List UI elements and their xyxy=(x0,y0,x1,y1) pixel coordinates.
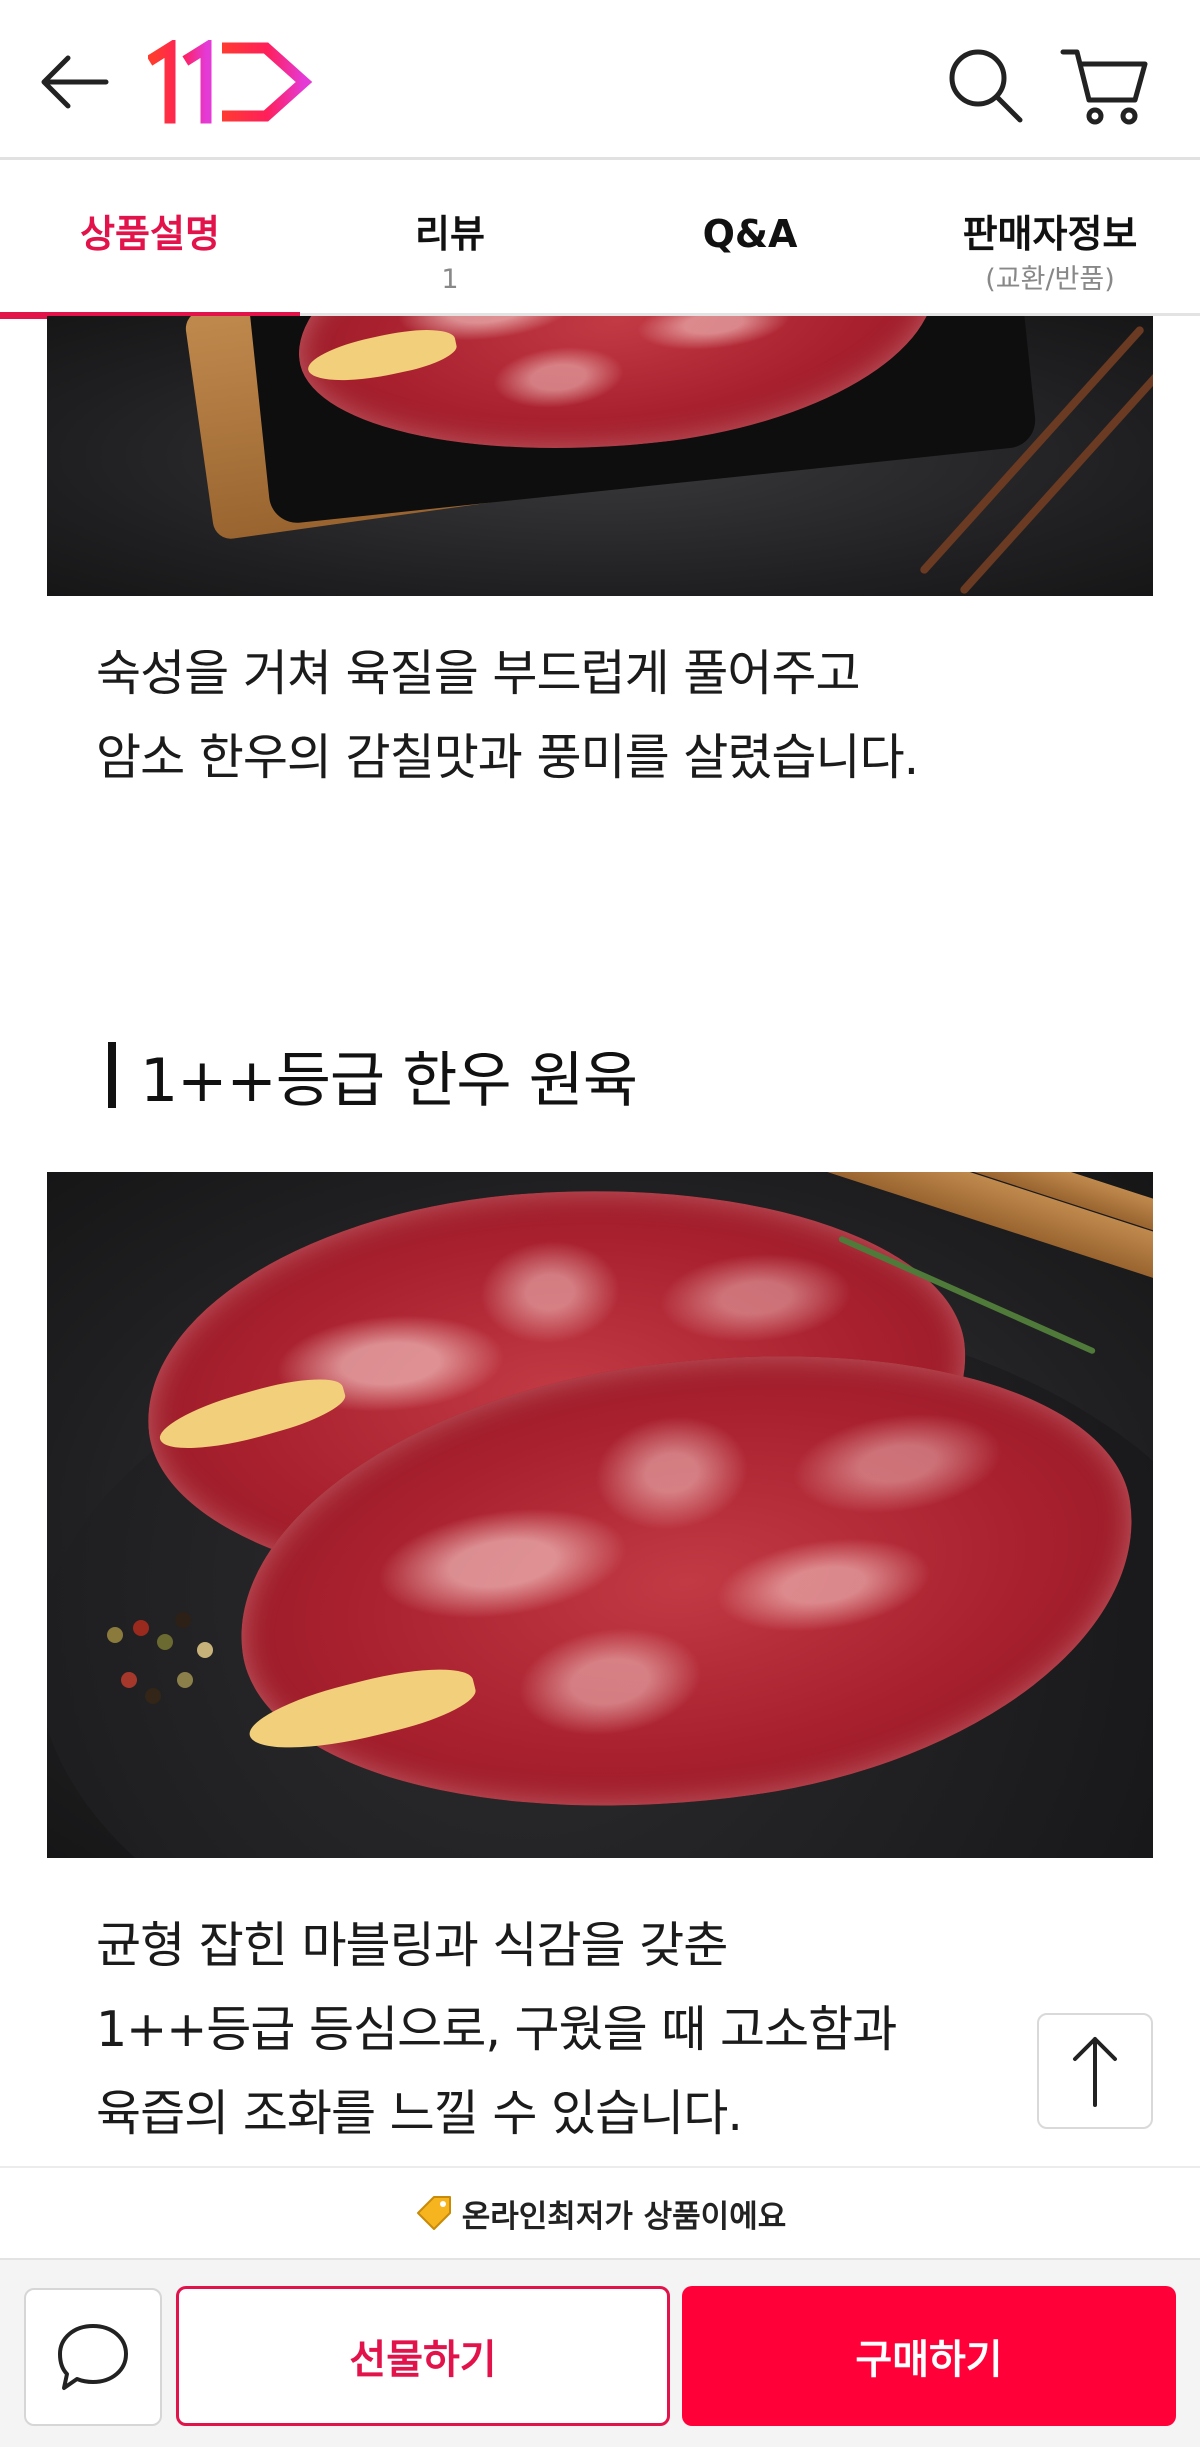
text-line: 숙성을 거쳐 육질을 부드럽게 풀어주고 xyxy=(96,645,861,702)
search-icon xyxy=(949,49,1023,123)
buy-button[interactable]: 구매하기 xyxy=(682,2286,1176,2426)
peppercorn xyxy=(157,1634,173,1650)
tab-seller-info[interactable]: 판매자정보 (교환/반품) xyxy=(900,160,1200,316)
tab-sublabel: (교환/반품) xyxy=(985,264,1115,295)
text-line: 1++등급 등심으로, 구웠을 때 고소함과 xyxy=(96,2001,897,2058)
description-paragraph-aging: 숙성을 거쳐 육질을 부드럽게 풀어주고 암소 한우의 감칠맛과 풍미를 살렸습… xyxy=(96,632,919,800)
product-tabs: 상품설명 리뷰 1 Q&A 판매자정보 (교환/반품) xyxy=(0,160,1200,319)
lowest-price-notice: 온라인최저가 상품이에요 xyxy=(0,2166,1200,2258)
tab-label: 판매자정보 xyxy=(962,212,1138,256)
chat-button[interactable] xyxy=(24,2288,162,2426)
peppercorn xyxy=(175,1612,191,1628)
shopping-cart-icon xyxy=(1060,49,1148,125)
notice-text: 온라인최저가 상품이에요 xyxy=(461,2198,787,2235)
gift-button[interactable]: 선물하기 xyxy=(176,2286,670,2426)
scroll-to-top-button[interactable] xyxy=(1037,2013,1153,2129)
price-tag-icon xyxy=(416,2196,451,2230)
back-button[interactable] xyxy=(36,44,116,124)
peppercorn xyxy=(197,1642,213,1658)
cart-button[interactable] xyxy=(1055,36,1155,136)
brand-logo[interactable] xyxy=(146,38,318,130)
arrow-left-icon xyxy=(41,55,109,109)
chat-bubble-icon xyxy=(58,2324,128,2390)
description-paragraph-marbling: 균형 잡힌 마블링과 식감을 갖춘 1++등급 등심으로, 구웠을 때 고소함과… xyxy=(96,1904,897,2156)
peppercorn xyxy=(121,1672,137,1688)
search-button[interactable] xyxy=(940,40,1030,130)
tab-description[interactable]: 상품설명 xyxy=(0,160,300,319)
text-line: 암소 한우의 감칠맛과 풍미를 살렸습니다. xyxy=(96,729,919,786)
heading-bar xyxy=(108,1042,116,1108)
tab-label: Q&A xyxy=(702,212,798,256)
tab-qna[interactable]: Q&A xyxy=(600,160,900,316)
app-header xyxy=(0,0,1200,160)
peppercorn xyxy=(107,1627,123,1643)
product-image-beef-tray xyxy=(47,316,1153,596)
peppercorn xyxy=(145,1688,161,1704)
section-title-text: 1++등급 한우 원육 xyxy=(140,1045,638,1116)
tab-label: 상품설명 xyxy=(80,212,220,256)
bottom-action-bar: 선물하기 구매하기 xyxy=(0,2258,1200,2447)
section-heading: 1++등급 한우 원육 xyxy=(108,1030,638,1120)
text-line: 육즙의 조화를 느낄 수 있습니다. xyxy=(96,2085,743,2142)
text-line: 균형 잡힌 마블링과 식감을 갖춘 xyxy=(96,1917,728,1974)
product-image-beef-plate xyxy=(47,1172,1153,1858)
peppercorn xyxy=(133,1620,149,1636)
tab-reviews[interactable]: 리뷰 1 xyxy=(300,160,600,316)
tab-label: 리뷰 xyxy=(415,212,485,256)
arrow-up-icon xyxy=(1073,2037,1117,2107)
review-count: 1 xyxy=(441,264,459,295)
peppercorn xyxy=(177,1672,193,1688)
